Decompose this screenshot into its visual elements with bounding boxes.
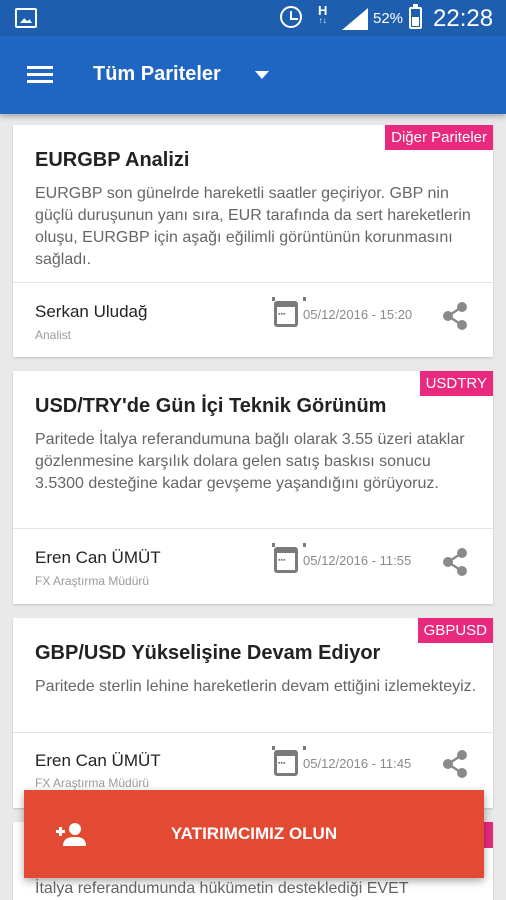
battery-percent: 52%: [373, 10, 404, 27]
publish-date: 05/12/2016 - 11:55: [303, 553, 412, 568]
clock: 22:28: [433, 5, 494, 32]
publish-date: 05/12/2016 - 15:20: [303, 307, 413, 322]
share-icon[interactable]: [441, 547, 469, 577]
article-summary: Paritede sterlin lehine hareketlerin dev…: [35, 678, 477, 695]
become-investor-button[interactable]: YATIRIMCIMIZ OLUN: [24, 790, 484, 878]
alarm-icon: [280, 6, 302, 28]
status-bar: H ↑↓ 52% 22:28: [0, 0, 506, 36]
divider: [13, 528, 493, 529]
network-indicator: H ↑↓: [318, 4, 327, 25]
author-role: FX Araştırma Müdürü: [35, 574, 150, 588]
article-card[interactable]: Diğer Pariteler EURGBP Analizi EURGBP so…: [13, 125, 493, 357]
dropdown-icon[interactable]: [255, 71, 269, 79]
publish-date: 05/12/2016 - 11:45: [303, 756, 412, 771]
article-summary: Paritede İtalya referandumuna bağlı olar…: [35, 431, 465, 492]
article-summary: EURGBP son günelrde hareketli saatler ge…: [35, 185, 471, 268]
become-investor-label: YATIRIMCIMIZ OLUN: [170, 824, 338, 843]
category-tag: USDTRY: [419, 371, 493, 396]
calendar-icon: [272, 297, 306, 327]
article-card[interactable]: GBPUSD GBP/USD Yükselişine Devam Ediyor …: [13, 618, 493, 808]
article-title: EURGBP Analizi: [35, 149, 190, 171]
share-icon[interactable]: [441, 301, 469, 331]
author-role: FX Araştırma Müdürü: [35, 776, 150, 790]
network-activity: ↑↓: [318, 16, 327, 25]
author-name: Eren Can ÜMÜT: [35, 751, 161, 770]
article-card[interactable]: USDTRY USD/TRY'de Gün İçi Teknik Görünüm…: [13, 371, 493, 604]
category-tag: Diğer Pariteler: [385, 125, 493, 150]
signal-icon: [342, 8, 368, 30]
image-icon: [15, 8, 37, 28]
article-title: GBP/USD Yükselişine Devam Ediyor: [35, 642, 381, 664]
app-bar: Tüm Pariteler: [0, 36, 506, 114]
divider: [13, 732, 493, 733]
menu-icon[interactable]: [27, 66, 53, 84]
article-summary: İtalya referandumunda hükümetin destekle…: [35, 880, 409, 897]
divider: [13, 282, 493, 283]
calendar-icon: [272, 746, 306, 776]
article-title: USD/TRY'de Gün İçi Teknik Görünüm: [35, 395, 387, 417]
category-tag: GBPUSD: [417, 618, 493, 643]
share-icon[interactable]: [441, 749, 469, 779]
category-title[interactable]: Tüm Pariteler: [93, 63, 221, 86]
battery-icon: [409, 4, 422, 29]
calendar-icon: [272, 543, 306, 573]
author-name: Serkan Uludağ: [35, 302, 148, 321]
author-role: Analist: [35, 328, 72, 342]
author-name: Eren Can ÜMÜT: [35, 548, 161, 567]
